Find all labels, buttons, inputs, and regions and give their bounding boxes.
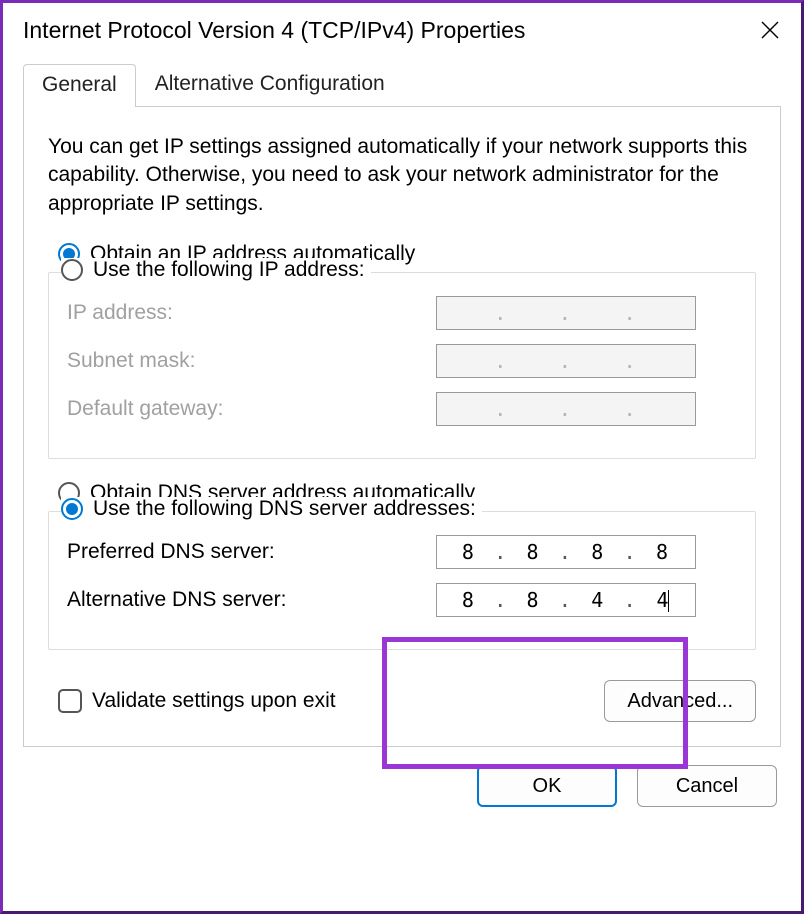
radio-label: Use the following DNS server addresses: (93, 497, 476, 521)
radio-dns-manual[interactable]: Use the following DNS server addresses: (61, 497, 482, 521)
radio-label: Use the following IP address: (93, 258, 365, 282)
ok-button[interactable]: OK (477, 765, 617, 807)
subnet-mask-input: ... (436, 344, 696, 378)
tab-page-general: You can get IP settings assigned automat… (23, 107, 781, 747)
checkbox-icon (58, 689, 82, 713)
alternate-dns-input[interactable]: 8. 8. 4. 4 (436, 583, 696, 617)
close-icon (760, 20, 780, 40)
tab-general[interactable]: General (23, 64, 136, 107)
radio-icon (61, 498, 83, 520)
checkbox-label: Validate settings upon exit (92, 689, 336, 713)
dns-manual-group: Use the following DNS server addresses: … (48, 511, 756, 650)
preferred-dns-input[interactable]: 8. 8. 8. 8 (436, 535, 696, 569)
validate-settings-checkbox[interactable]: Validate settings upon exit (58, 689, 336, 713)
subnet-mask-label: Subnet mask: (67, 349, 436, 373)
tab-alternative-configuration[interactable]: Alternative Configuration (136, 63, 404, 106)
radio-ip-manual[interactable]: Use the following IP address: (61, 258, 371, 282)
ip-address-label: IP address: (67, 301, 436, 325)
close-button[interactable] (755, 15, 785, 45)
default-gateway-label: Default gateway: (67, 397, 436, 421)
alternate-dns-label: Alternative DNS server: (67, 588, 436, 612)
cancel-button[interactable]: Cancel (637, 765, 777, 807)
text-caret (668, 590, 669, 612)
advanced-button[interactable]: Advanced... (604, 680, 756, 722)
tab-strip: General Alternative Configuration (23, 63, 781, 107)
ip-address-input: ... (436, 296, 696, 330)
preferred-dns-label: Preferred DNS server: (67, 540, 436, 564)
intro-text: You can get IP settings assigned automat… (48, 133, 756, 218)
radio-icon (61, 259, 83, 281)
ip-manual-group: Use the following IP address: IP address… (48, 272, 756, 459)
window-title: Internet Protocol Version 4 (TCP/IPv4) P… (23, 17, 525, 44)
default-gateway-input: ... (436, 392, 696, 426)
